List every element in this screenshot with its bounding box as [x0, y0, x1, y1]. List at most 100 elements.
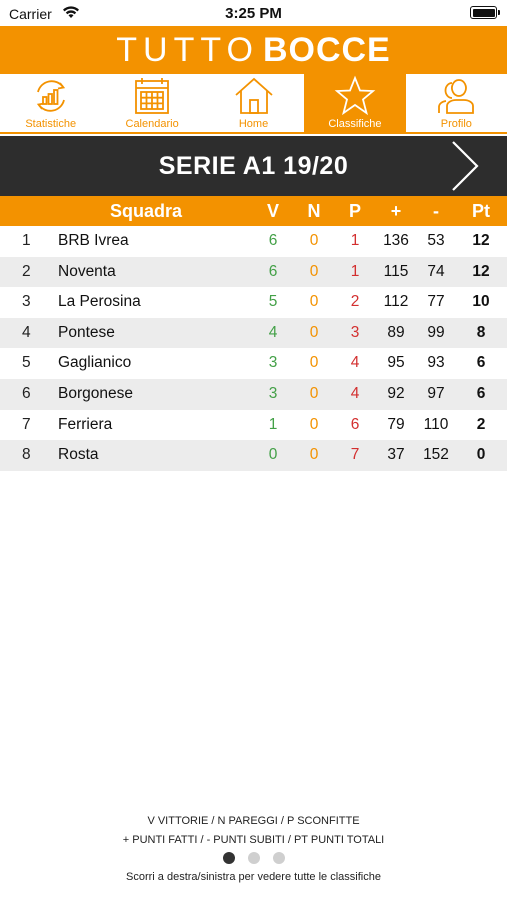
- row-points-for: 115: [383, 262, 409, 280]
- app-header: TUTTO BOCCE: [0, 26, 507, 74]
- row-draws: 0: [309, 232, 319, 249]
- row-points-against: 53: [427, 232, 445, 249]
- row-wins: 3: [268, 384, 278, 402]
- page-dot[interactable]: [272, 852, 285, 864]
- table-row[interactable]: 1 BRB Ivrea 6 0 1 136 53 12: [0, 226, 507, 257]
- row-points-against: 152: [423, 446, 449, 464]
- row-position: 7: [22, 415, 31, 433]
- row-wins: 3: [268, 354, 278, 372]
- tab-home[interactable]: Home: [203, 74, 304, 132]
- row-draws: 0: [309, 415, 319, 433]
- standings-header: Squadra V N P + - Pt: [0, 196, 507, 226]
- row-points-for: 112: [383, 293, 409, 311]
- row-points-for: 95: [387, 354, 405, 372]
- header-draws: N: [307, 201, 321, 221]
- row-losses: 7: [350, 446, 360, 464]
- row-points-for: 92: [387, 384, 405, 402]
- series-title: SERIE A1 19/20: [158, 151, 349, 180]
- tab-classifiche[interactable]: Classifiche: [304, 74, 406, 132]
- row-wins: 4: [268, 323, 278, 341]
- row-losses: 1: [350, 232, 360, 249]
- standings-table: 1 BRB Ivrea 6 0 1 136 53 12 2 Noventa 6 …: [0, 226, 507, 471]
- row-position: 1: [22, 232, 31, 249]
- tab-profilo[interactable]: Profilo: [406, 74, 507, 132]
- row-draws: 0: [309, 446, 319, 464]
- row-total-points: 6: [476, 354, 486, 372]
- header-team: Squadra: [110, 201, 183, 221]
- row-points-for: 37: [387, 446, 405, 464]
- series-header: SERIE A1 19/20: [0, 136, 507, 196]
- row-wins: 0: [268, 446, 278, 464]
- legend-line-2: + PUNTI FATTI / - PUNTI SUBITI / PT PUNT…: [122, 834, 385, 846]
- chart-icon: [36, 80, 65, 112]
- table-row[interactable]: 4 Pontese 4 0 3 89 99 8: [0, 317, 507, 349]
- row-team: La Perosina: [58, 293, 141, 311]
- row-position: 3: [22, 293, 31, 311]
- row-draws: 0: [309, 354, 319, 372]
- chevron-right-icon[interactable]: [449, 140, 481, 192]
- row-position: 8: [22, 446, 31, 464]
- row-points-against: 77: [427, 293, 445, 311]
- star-icon: [334, 75, 376, 116]
- row-draws: 0: [309, 293, 319, 311]
- row-losses: 1: [350, 262, 360, 280]
- brand-light: TUTTO: [116, 30, 259, 69]
- row-draws: 0: [309, 323, 319, 341]
- row-position: 6: [22, 384, 31, 402]
- tab-label: Profilo: [440, 118, 472, 130]
- clock: 3:25 PM: [225, 5, 282, 22]
- row-total-points: 8: [476, 323, 486, 341]
- header-total-points: Pt: [472, 201, 490, 221]
- row-team: Pontese: [58, 323, 115, 341]
- row-team: BRB Ivrea: [58, 232, 129, 249]
- tab-label: Calendario: [125, 118, 179, 130]
- row-total-points: 10: [472, 293, 490, 311]
- header-points-against: -: [433, 201, 439, 221]
- row-team: Gaglianico: [58, 354, 132, 372]
- row-points-against: 99: [427, 323, 445, 341]
- row-position: 2: [22, 262, 31, 280]
- row-wins: 6: [268, 262, 278, 280]
- header-points-for: +: [390, 201, 402, 221]
- table-row[interactable]: 6 Borgonese 3 0 4 92 97 6: [0, 378, 507, 410]
- row-total-points: 6: [476, 384, 486, 402]
- row-points-against: 74: [427, 262, 445, 280]
- row-losses: 4: [350, 354, 360, 372]
- page-dot[interactable]: [247, 852, 260, 864]
- row-total-points: 0: [476, 446, 486, 464]
- legend-line-1: V VITTORIE / N PAREGGI / P SCONFITTE: [147, 815, 360, 827]
- table-row[interactable]: 8 Rosta 0 0 7 37 152 0: [0, 440, 507, 471]
- row-position: 5: [22, 354, 31, 372]
- table-row[interactable]: 5 Gaglianico 3 0 4 95 93 6: [0, 348, 507, 379]
- row-wins: 6: [268, 232, 278, 249]
- tab-statistiche[interactable]: Statistiche: [0, 74, 101, 132]
- row-team: Noventa: [58, 262, 116, 280]
- header-losses: P: [348, 201, 361, 221]
- row-losses: 4: [350, 384, 360, 402]
- battery-icon: [470, 6, 500, 19]
- swipe-hint: Scorri a destra/sinistra per vedere tutt…: [126, 871, 381, 883]
- brand-bold: BOCCE: [262, 30, 391, 69]
- row-points-for: 89: [387, 323, 405, 341]
- row-points-against: 93: [427, 354, 445, 372]
- row-draws: 0: [309, 384, 319, 402]
- table-row[interactable]: 7 Ferriera 1 0 6 79 110 2: [0, 410, 507, 441]
- tab-label: Home: [238, 118, 269, 130]
- page-indicator[interactable]: [0, 852, 507, 864]
- users-icon: [438, 79, 475, 114]
- row-losses: 3: [350, 323, 360, 341]
- row-losses: 2: [350, 293, 360, 311]
- table-row[interactable]: 2 Noventa 6 0 1 115 74 12: [0, 256, 507, 288]
- tab-label: Classifiche: [328, 118, 382, 130]
- table-row[interactable]: 3 La Perosina 5 0 2 112 77 10: [0, 287, 507, 318]
- row-wins: 5: [268, 293, 278, 311]
- row-draws: 0: [309, 262, 319, 280]
- tab-calendario[interactable]: Calendario: [101, 74, 202, 132]
- row-points-against: 97: [427, 384, 445, 402]
- row-losses: 6: [350, 415, 360, 433]
- row-total-points: 2: [476, 415, 486, 433]
- row-points-against: 110: [423, 415, 449, 433]
- row-wins: 1: [268, 415, 278, 433]
- calendar-icon: [135, 78, 170, 114]
- page-dot[interactable]: [222, 852, 235, 864]
